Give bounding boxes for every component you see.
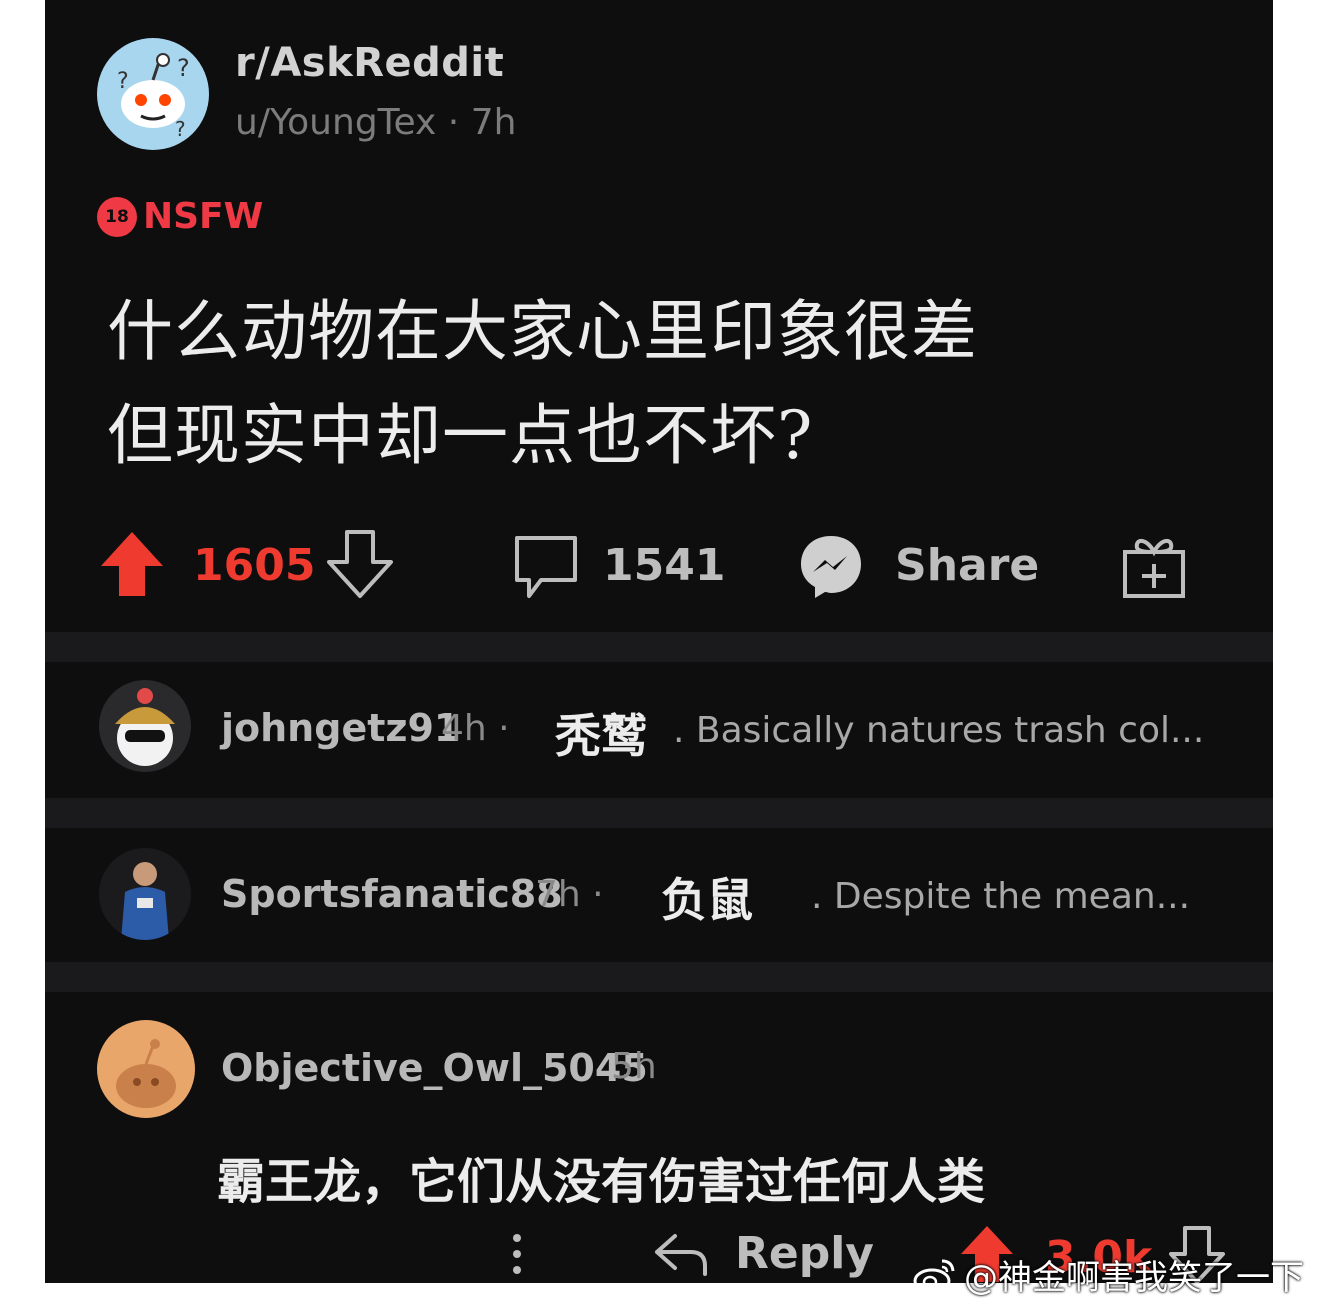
upvote-arrow-icon [101,532,163,596]
comment-count: 1541 [603,540,726,591]
user-avatar[interactable] [99,680,191,772]
more-vertical-icon [513,1234,521,1274]
comment-username[interactable]: Sportsfanatic88 [221,872,563,916]
comment-time: 5h [611,1046,657,1087]
gift-award-icon [1123,539,1185,598]
share-label: Share [895,540,1040,591]
more-options-button[interactable] [505,1230,529,1282]
post-title-line-1[interactable]: 什么动物在大家心里印象很差 [107,278,978,374]
svg-text:?: ? [177,54,190,82]
comment-bubble-icon [515,536,577,598]
separator [45,632,1273,662]
comment-time: 7h · [535,874,604,915]
separator [45,798,1273,828]
subreddit-name[interactable]: r/AskReddit [235,40,504,86]
comment-username[interactable]: johngetz91 [221,706,460,750]
watermark-text: @神金啊害我笑了一下 [964,1258,1304,1298]
reply-label[interactable]: Reply [735,1228,874,1279]
downvote-arrow-icon [327,530,393,598]
share-button[interactable] [795,530,867,606]
downvote-button[interactable] [325,528,395,604]
reply-arrow-icon [655,1234,707,1276]
screenshot-frame: ? ? ? r/AskReddit u/YoungTex · 7h 18 NSF… [45,0,1273,1283]
nsfw-label: NSFW [143,196,264,237]
comment-time: 4h · [441,708,510,749]
nsfw-badge: 18 NSFW [97,196,263,237]
post-title-line-2[interactable]: 但现实中却一点也不坏? [107,382,813,478]
weibo-logo-icon [913,1259,955,1293]
user-avatar[interactable] [99,848,191,940]
comment-username[interactable]: Objective_Owl_5045 [221,1046,648,1090]
user-avatar[interactable] [97,1020,195,1118]
comment-preview[interactable]: . Despite the mean... [811,876,1190,917]
reddit-confused-icon: ? ? ? [117,53,190,141]
post-author-meta[interactable]: u/YoungTex · 7h [235,102,516,143]
svg-text:?: ? [175,117,186,141]
award-button[interactable] [1119,530,1189,606]
athlete-photo-avatar-icon [121,862,169,940]
comment-preview[interactable]: . Basically natures trash col... [673,710,1204,751]
separator [45,962,1273,992]
comment-animal: 负鼠 [661,873,753,927]
messenger-icon [801,536,861,598]
svg-text:?: ? [117,69,129,94]
upvote-button[interactable] [97,528,167,604]
subreddit-avatar[interactable]: ? ? ? [97,38,209,150]
comment-animal: 秃鹫 [555,709,647,763]
upvote-count: 1605 [193,540,316,591]
reply-button[interactable] [651,1228,711,1282]
comments-button[interactable] [511,532,581,606]
comment-row-2[interactable]: Sportsfanatic88 7h · 负鼠 . Despite the me… [45,828,1273,962]
comment-row-1[interactable]: johngetz91 4h · 秃鹫 . Basically natures t… [45,662,1273,800]
snoo-default-avatar-icon [116,1039,176,1108]
weibo-watermark: @神金啊害我笑了一下 [912,1250,1304,1299]
comment-body: 霸王龙，它们从没有伤害过任何人类 [217,1154,986,1210]
snoo-beanie-avatar-icon [115,688,175,766]
nsfw-18-icon: 18 [97,196,137,237]
